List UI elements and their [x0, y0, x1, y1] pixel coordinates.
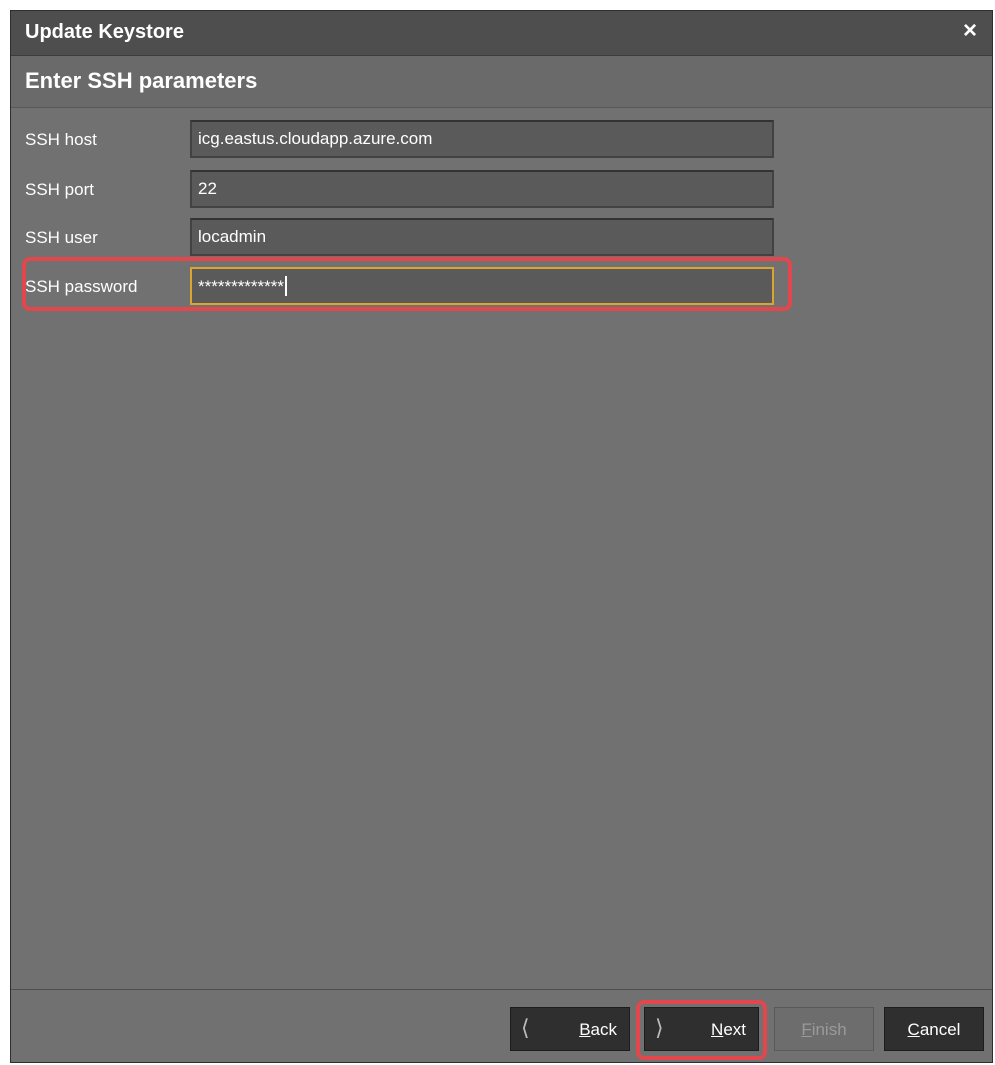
ssh-host-value: icg.eastus.cloudapp.azure.com — [198, 129, 433, 148]
ssh-host-input[interactable]: icg.eastus.cloudapp.azure.com — [190, 120, 774, 158]
cancel-button-label: Cancel — [907, 1020, 961, 1039]
ssh-host-row: SSH host icg.eastus.cloudapp.azure.com — [11, 120, 992, 160]
cancel-button[interactable]: Cancel — [884, 1007, 984, 1051]
ssh-user-row: SSH user locadmin — [11, 218, 992, 258]
ssh-host-label: SSH host — [25, 130, 97, 149]
update-keystore-dialog: Update Keystore × Enter SSH parameters S… — [10, 10, 993, 1063]
ssh-port-input[interactable]: 22 — [190, 170, 774, 208]
finish-button[interactable]: Finish — [774, 1007, 874, 1051]
next-highlight-annotation — [636, 1000, 767, 1060]
back-button[interactable]: ⟨ Back — [510, 1007, 630, 1051]
wizard-footer: ⟨ Back ⟩ Next Finish Cancel — [11, 989, 992, 1064]
title-bar: Update Keystore × — [11, 11, 992, 56]
ssh-port-row: SSH port 22 — [11, 170, 992, 210]
ssh-user-input[interactable]: locadmin — [190, 218, 774, 256]
password-highlight-annotation — [22, 257, 792, 311]
back-button-label: Back — [579, 1020, 617, 1039]
close-icon[interactable]: × — [956, 17, 984, 45]
ssh-user-label: SSH user — [25, 228, 98, 247]
ssh-user-value: locadmin — [198, 227, 267, 246]
chevron-left-icon: ⟨ — [521, 1016, 530, 1041]
ssh-port-value: 22 — [198, 179, 217, 198]
ssh-port-label: SSH port — [25, 180, 94, 199]
step-title: Enter SSH parameters — [25, 68, 258, 93]
finish-button-label: Finish — [801, 1020, 847, 1039]
step-header: Enter SSH parameters — [11, 56, 992, 108]
dialog-title: Update Keystore — [25, 21, 184, 43]
